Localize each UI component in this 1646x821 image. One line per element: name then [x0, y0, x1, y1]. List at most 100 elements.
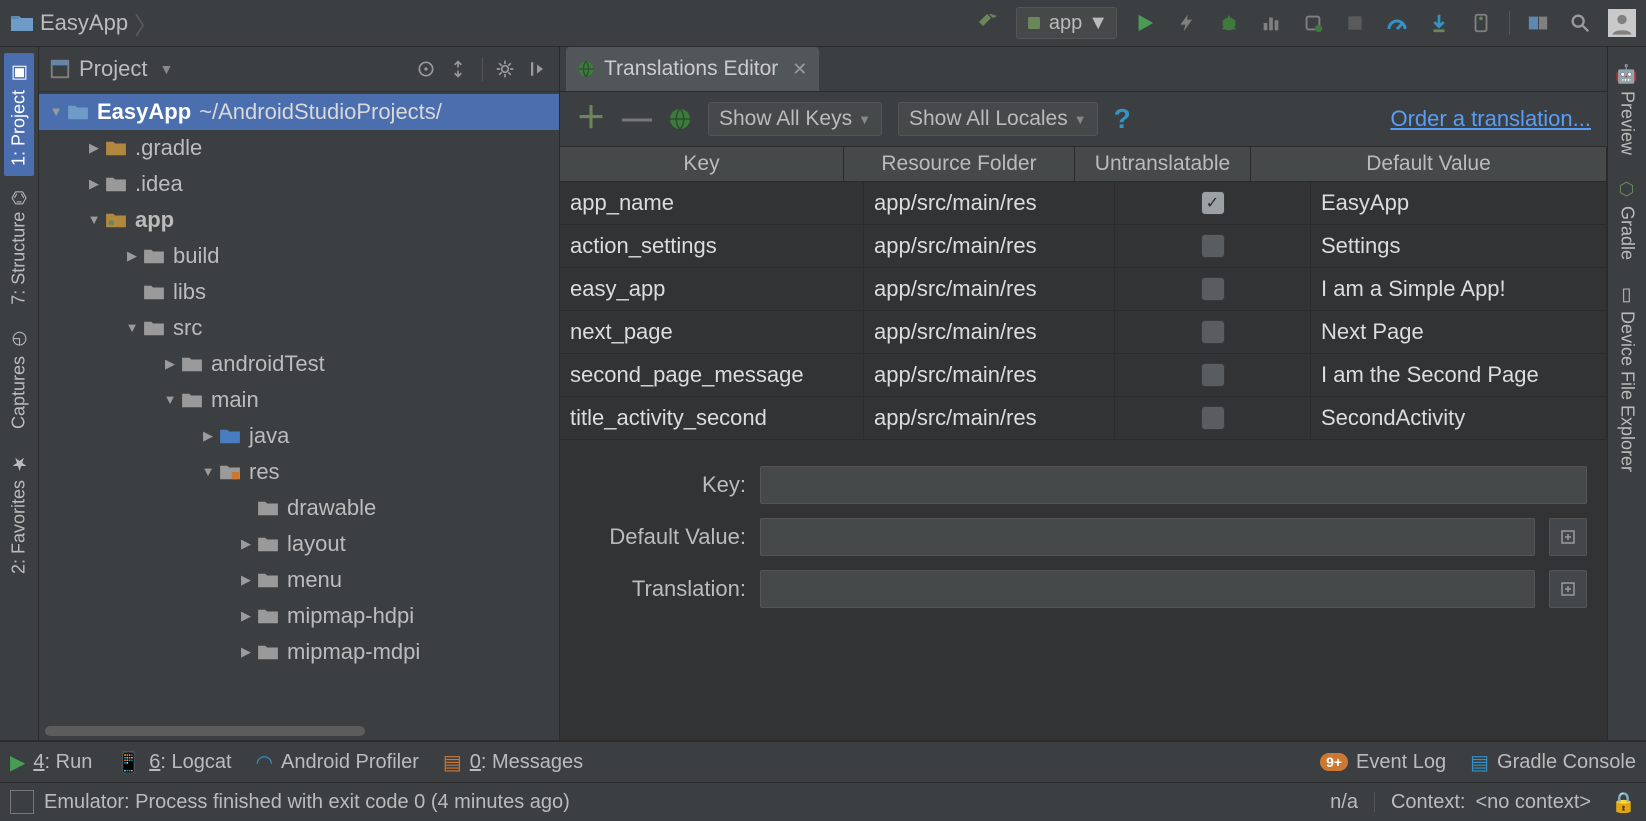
table-row[interactable]: app_nameapp/src/main/res✓EasyApp — [560, 182, 1607, 225]
left-tab-project[interactable]: 1: Project▣ — [4, 53, 34, 176]
tree-arrow-icon[interactable]: ▼ — [123, 310, 141, 346]
search-icon[interactable] — [1566, 9, 1594, 37]
hammer-build-icon[interactable] — [974, 9, 1002, 37]
tree-arrow-icon[interactable]: ▶ — [237, 598, 255, 634]
bottom-tab-gradle-console[interactable]: ▤ Gradle Console — [1470, 750, 1636, 775]
untranslatable-checkbox[interactable]: ✓ — [1201, 191, 1225, 215]
apply-changes-lightning-icon[interactable] — [1173, 9, 1201, 37]
cell-untranslatable[interactable] — [1115, 311, 1311, 353]
cell-default-value[interactable]: Next Page — [1311, 311, 1607, 353]
tree-arrow-icon[interactable]: ▶ — [161, 346, 179, 382]
tree-row--gradle[interactable]: ▶.gradle — [39, 130, 559, 166]
cell-default-value[interactable]: Settings — [1311, 225, 1607, 267]
run-config-selector[interactable]: app ▼ — [1016, 7, 1117, 39]
tree-arrow-icon[interactable]: ▼ — [161, 382, 179, 418]
left-tab-structure[interactable]: 7: Structure⌬ — [4, 180, 34, 315]
hide-panel-icon[interactable] — [525, 57, 549, 81]
tree-row-res[interactable]: ▼res — [39, 454, 559, 490]
horizontal-scrollbar[interactable] — [45, 726, 553, 736]
tree-arrow-icon[interactable]: ▶ — [123, 238, 141, 274]
expand-default-icon[interactable] — [1549, 518, 1587, 556]
cell-untranslatable[interactable] — [1115, 268, 1311, 310]
untranslatable-checkbox[interactable] — [1201, 234, 1225, 258]
tree-arrow-icon[interactable]: ▼ — [199, 454, 217, 490]
status-context-value[interactable]: <no context> — [1475, 791, 1591, 814]
cell-untranslatable[interactable] — [1115, 397, 1311, 439]
right-tab-preview[interactable]: 🤖Preview — [1612, 53, 1642, 165]
table-row[interactable]: title_activity_secondapp/src/main/res Sec… — [560, 397, 1607, 440]
cell-key[interactable]: second_page_message — [560, 354, 864, 396]
run-play-icon[interactable] — [1131, 9, 1159, 37]
help-icon[interactable]: ? — [1114, 103, 1131, 135]
untranslatable-checkbox[interactable] — [1201, 320, 1225, 344]
bottom-tab-logcat[interactable]: 📱 6: Logcat — [116, 750, 231, 775]
tree-row-menu[interactable]: ▶menu — [39, 562, 559, 598]
cell-untranslatable[interactable] — [1115, 354, 1311, 396]
project-view-dropdown-icon[interactable]: ▼ — [159, 61, 173, 77]
cell-default-value[interactable]: I am a Simple App! — [1311, 268, 1607, 310]
untranslatable-checkbox[interactable] — [1201, 406, 1225, 430]
tree-arrow-icon[interactable]: ▼ — [85, 202, 103, 238]
cell-resource-folder[interactable]: app/src/main/res — [864, 311, 1115, 353]
default-value-field[interactable] — [760, 518, 1535, 556]
cell-default-value[interactable]: I am the Second Page — [1311, 354, 1607, 396]
bottom-tab-android-profiler[interactable]: ◠ Android Profiler — [256, 750, 419, 775]
cell-resource-folder[interactable]: app/src/main/res — [864, 225, 1115, 267]
key-field[interactable] — [760, 466, 1587, 504]
tree-row-androidtest[interactable]: ▶androidTest — [39, 346, 559, 382]
tree-arrow-icon[interactable]: ▶ — [237, 526, 255, 562]
cell-key[interactable]: app_name — [560, 182, 864, 224]
right-tab-gradle[interactable]: ⬡Gradle — [1612, 169, 1642, 270]
cell-key[interactable]: easy_app — [560, 268, 864, 310]
tree-row-easyapp[interactable]: ▼EasyApp~/AndroidStudioProjects/ — [39, 94, 559, 130]
col-untranslatable[interactable]: Untranslatable — [1075, 147, 1251, 181]
tree-row--idea[interactable]: ▶.idea — [39, 166, 559, 202]
tree-row-mipmap-hdpi[interactable]: ▶mipmap-hdpi — [39, 598, 559, 634]
tree-row-drawable[interactable]: drawable — [39, 490, 559, 526]
left-tab-captures[interactable]: Captures◷ — [4, 319, 34, 439]
tree-arrow-icon[interactable]: ▶ — [85, 130, 103, 166]
left-tab-favorites[interactable]: 2: Favorites★ — [4, 443, 34, 584]
cell-untranslatable[interactable] — [1115, 225, 1311, 267]
close-tab-icon[interactable]: ✕ — [792, 59, 807, 80]
tree-arrow-icon[interactable]: ▶ — [199, 418, 217, 454]
cell-resource-folder[interactable]: app/src/main/res — [864, 182, 1115, 224]
bottom-tab-messages[interactable]: ▤ 0: Messages — [443, 750, 583, 775]
add-key-icon[interactable]: ＋ — [576, 104, 606, 134]
sdk-manager-icon[interactable] — [1524, 9, 1552, 37]
tree-row-src[interactable]: ▼src — [39, 310, 559, 346]
bottom-tab-event-log[interactable]: 9+ Event Log — [1320, 751, 1446, 774]
tree-row-libs[interactable]: libs — [39, 274, 559, 310]
cell-resource-folder[interactable]: app/src/main/res — [864, 397, 1115, 439]
tree-arrow-icon[interactable]: ▶ — [237, 562, 255, 598]
translation-field[interactable] — [760, 570, 1535, 608]
table-row[interactable]: next_pageapp/src/main/res Next Page — [560, 311, 1607, 354]
collapse-all-icon[interactable] — [446, 57, 470, 81]
tree-arrow-icon[interactable]: ▶ — [85, 166, 103, 202]
user-avatar-icon[interactable] — [1608, 9, 1636, 37]
untranslatable-checkbox[interactable] — [1201, 363, 1225, 387]
col-resource-folder[interactable]: Resource Folder — [844, 147, 1075, 181]
stop-icon[interactable] — [1341, 9, 1369, 37]
tree-row-build[interactable]: ▶build — [39, 238, 559, 274]
cell-resource-folder[interactable]: app/src/main/res — [864, 354, 1115, 396]
cell-key[interactable]: title_activity_second — [560, 397, 864, 439]
lock-icon[interactable]: 🔒 — [1611, 790, 1636, 815]
tree-row-app[interactable]: ▼app — [39, 202, 559, 238]
editor-tab-translations[interactable]: Translations Editor ✕ — [566, 47, 819, 91]
table-row[interactable]: easy_appapp/src/main/resI am a Simple Ap… — [560, 268, 1607, 311]
show-keys-filter[interactable]: Show All Keys▼ — [708, 102, 882, 136]
tree-row-main[interactable]: ▼main — [39, 382, 559, 418]
gear-settings-icon[interactable] — [482, 57, 517, 81]
target-icon[interactable] — [414, 57, 438, 81]
col-key[interactable]: Key — [560, 147, 844, 181]
cell-key[interactable]: next_page — [560, 311, 864, 353]
profile-icon[interactable] — [1257, 9, 1285, 37]
cell-key[interactable]: action_settings — [560, 225, 864, 267]
cell-default-value[interactable]: SecondActivity — [1311, 397, 1607, 439]
sync-download-icon[interactable] — [1425, 9, 1453, 37]
status-window-icon[interactable] — [10, 790, 34, 814]
untranslatable-checkbox[interactable] — [1201, 277, 1225, 301]
remove-key-icon[interactable]: — — [622, 104, 652, 134]
table-row[interactable]: second_page_messageapp/src/main/res I am … — [560, 354, 1607, 397]
